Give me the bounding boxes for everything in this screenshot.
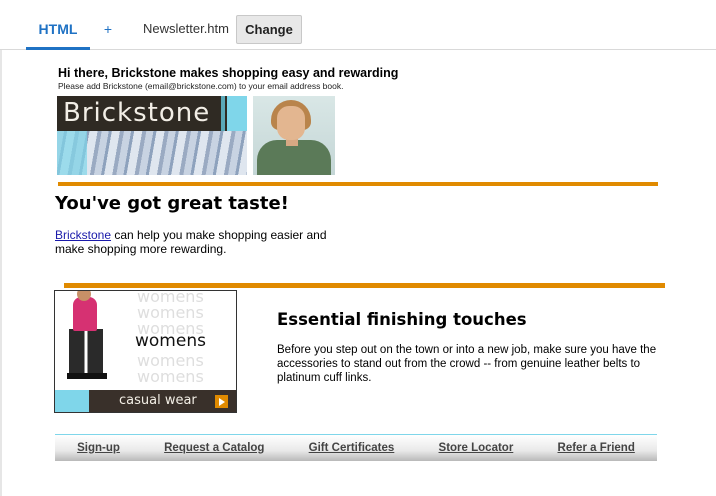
model-top xyxy=(73,297,97,331)
model-trousers xyxy=(69,329,103,375)
shirts-banner-image xyxy=(57,131,247,175)
orange-divider-middle xyxy=(64,283,665,288)
brickstone-logo[interactable]: Brickstone xyxy=(57,96,247,131)
orange-divider-top xyxy=(58,182,658,186)
footer-nav: Sign-up Request a Catalog Gift Certifica… xyxy=(55,434,657,461)
tab-html[interactable]: HTML xyxy=(26,12,90,50)
finishing-touches-body: Before you step out on the town or into … xyxy=(277,344,657,384)
casual-wear-bar: casual wear xyxy=(89,390,236,412)
greeting-text: Hi there, Brickstone makes shopping easy… xyxy=(58,66,399,80)
brickstone-link[interactable]: Brickstone xyxy=(55,228,111,242)
womens-ghost-text: womens xyxy=(137,367,204,386)
footer-link-sign-up[interactable]: Sign-up xyxy=(77,442,120,454)
headline: You've got great taste! xyxy=(55,193,289,214)
footer-link-gift-certificates[interactable]: Gift Certificates xyxy=(309,442,395,454)
arrow-right-icon xyxy=(215,395,228,408)
footer-link-refer-friend[interactable]: Refer a Friend xyxy=(558,442,635,454)
change-button[interactable]: Change xyxy=(236,15,302,44)
add-tab-button[interactable]: + xyxy=(100,12,116,46)
left-gutter xyxy=(0,50,2,496)
intro-paragraph: Brickstone can help you make shopping ea… xyxy=(55,228,345,256)
logo-accent-stripe xyxy=(221,96,225,131)
finishing-touches-title: Essential finishing touches xyxy=(277,310,527,329)
shirts-banner-tint xyxy=(57,131,87,175)
footer-link-store-locator[interactable]: Store Locator xyxy=(439,442,514,454)
womens-casual-banner[interactable]: womens womens womens womens womens women… xyxy=(54,290,237,413)
address-book-note: Please add Brickstone (email@brickstone.… xyxy=(58,81,344,91)
editor-tab-bar: HTML + Newsletter.htm Change xyxy=(0,0,716,50)
model-photo xyxy=(253,96,335,175)
womens-label: womens xyxy=(135,331,206,351)
model-shoes xyxy=(67,373,107,379)
model-face xyxy=(277,106,305,140)
logo-text: Brickstone xyxy=(63,98,211,128)
footer-link-request-catalog[interactable]: Request a Catalog xyxy=(164,442,264,454)
casual-wear-label: casual wear xyxy=(119,393,197,408)
logo-accent-block xyxy=(227,96,247,131)
banner-cyan-block xyxy=(55,390,89,412)
tab-newsletter-file[interactable]: Newsletter.htm xyxy=(138,12,234,46)
